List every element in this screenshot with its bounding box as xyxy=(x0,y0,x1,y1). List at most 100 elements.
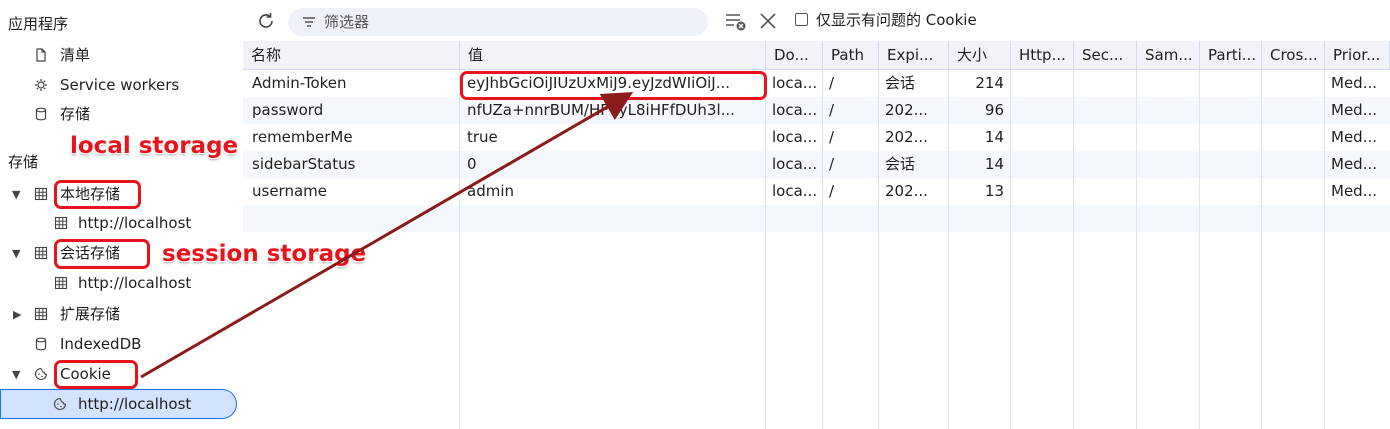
sidebar-item-cookies-origin[interactable]: http://localhost xyxy=(0,389,237,419)
row-stripe xyxy=(243,205,1390,232)
filter-icon xyxy=(303,17,315,27)
column-header-path[interactable]: Path xyxy=(823,41,879,70)
cookie-size-cell: 96 xyxy=(984,101,1004,119)
filter-placeholder: 筛选器 xyxy=(324,13,370,31)
clear-all-cookies-icon[interactable] xyxy=(725,12,747,32)
column-header-name[interactable]: 名称 xyxy=(243,41,460,70)
sidebar-item-label: 清单 xyxy=(60,46,91,64)
highlight-session-storage xyxy=(54,239,150,269)
expand-triangle-icon[interactable]: ▼ xyxy=(12,239,20,268)
grid-icon xyxy=(34,307,48,321)
database-icon xyxy=(35,107,47,121)
cookie-value-cell: admin xyxy=(467,182,514,200)
cookie-path-cell: / xyxy=(829,155,835,173)
service-worker-icon xyxy=(35,79,47,91)
column-header-httponly[interactable]: Http... xyxy=(1011,41,1074,70)
database-icon xyxy=(35,337,47,351)
grid-icon xyxy=(54,216,68,230)
cookie-name-cell: rememberMe xyxy=(252,128,353,146)
cookie-priority-cell: Med... xyxy=(1331,182,1377,200)
cookie-path-cell: / xyxy=(829,74,835,92)
cookie-size-cell: 214 xyxy=(975,74,1004,92)
table-row[interactable]: sidebarStatus 0 loca... / 会话 14 Med... xyxy=(243,151,1390,178)
cookie-table: 名称 值 Do... Path Expi... 大小 Http... Sec..… xyxy=(243,41,1390,429)
table-row[interactable]: password nfUZa+nnrBUM/HFVyL8iHFfDUh3l...… xyxy=(243,97,1390,124)
sidebar-item-label: Service workers xyxy=(60,76,180,94)
local-storage-annotation: local storage xyxy=(70,133,239,159)
cookie-icon xyxy=(34,367,48,380)
table-row[interactable]: username admin loca... / 202... 13 Med..… xyxy=(243,178,1390,205)
highlight-local-storage xyxy=(54,180,141,209)
delete-selected-icon[interactable] xyxy=(759,12,777,30)
cookie-value-cell: nfUZa+nnrBUM/HFVyL8iHFfDUh3l... xyxy=(467,101,735,119)
toolbar: 筛选器 仅显示有问题的 Cookie xyxy=(243,0,1390,41)
table-row[interactable]: rememberMe true loca... / 202... 14 Med.… xyxy=(243,124,1390,151)
column-header-partition[interactable]: Parti... xyxy=(1200,41,1262,70)
grid-icon xyxy=(54,276,68,290)
cookie-name-cell: sidebarStatus xyxy=(252,155,356,173)
sidebar-item-label: 存储 xyxy=(60,105,91,123)
cookie-size-cell: 14 xyxy=(984,128,1004,146)
highlight-admin-token-value xyxy=(460,71,767,100)
cookie-priority-cell: Med... xyxy=(1331,128,1377,146)
column-header-cross-site[interactable]: Cros... xyxy=(1262,41,1325,70)
sidebar-item-session-storage-origin[interactable]: http://localhost xyxy=(0,269,240,298)
sidebar-item-label: 扩展存储 xyxy=(60,305,121,323)
sidebar-item-label: http://localhost xyxy=(78,214,192,232)
column-header-value[interactable]: 值 xyxy=(460,41,766,70)
expand-triangle-icon[interactable]: ▼ xyxy=(12,180,20,209)
column-header-secure[interactable]: Sec... xyxy=(1074,41,1137,70)
cookie-expires-cell: 202... xyxy=(885,101,928,119)
cookie-panel: 筛选器 仅显示有问题的 Cookie 名称 值 Do... Path Expi.… xyxy=(243,0,1390,429)
cookie-name-cell: username xyxy=(252,182,327,200)
storage-section-heading: 存储 xyxy=(8,153,39,171)
cookie-priority-cell: Med... xyxy=(1331,155,1377,173)
sidebar-item-manifest[interactable]: 清单 xyxy=(0,41,240,70)
cookie-icon xyxy=(53,397,67,410)
collapse-triangle-icon[interactable]: ▶ xyxy=(13,300,21,329)
application-section-heading: 应用程序 xyxy=(8,15,69,33)
refresh-icon[interactable] xyxy=(255,10,277,32)
cookie-expires-cell: 会话 xyxy=(885,155,916,173)
sidebar-item-storage[interactable]: 存储 xyxy=(0,100,240,129)
sidebar-item-local-storage-origin[interactable]: http://localhost xyxy=(0,209,240,238)
cookie-name-cell: Admin-Token xyxy=(252,74,347,92)
cookie-domain-cell: loca... xyxy=(772,128,818,146)
cookie-expires-cell: 202... xyxy=(885,128,928,146)
cookie-path-cell: / xyxy=(829,128,835,146)
sidebar-item-label: http://localhost xyxy=(78,274,192,292)
cookie-value-cell: 0 xyxy=(467,155,477,173)
expand-triangle-icon[interactable]: ▼ xyxy=(12,360,20,389)
cookie-path-cell: / xyxy=(829,101,835,119)
cookie-size-cell: 14 xyxy=(984,155,1004,173)
column-header-samesite[interactable]: Sam... xyxy=(1137,41,1200,70)
sidebar-item-extension-storage[interactable]: ▶ 扩展存储 xyxy=(0,300,240,329)
sidebar-item-service-workers[interactable]: Service workers xyxy=(0,71,240,100)
cookie-size-cell: 13 xyxy=(984,182,1004,200)
column-header-domain[interactable]: Do... xyxy=(766,41,823,70)
grid-icon xyxy=(34,187,48,201)
column-header-priority[interactable]: Prior... xyxy=(1325,41,1390,70)
cookie-domain-cell: loca... xyxy=(772,74,818,92)
table-row[interactable]: Admin-Token eyJhbGciOiJIUzUxMiJ9.eyJzdWI… xyxy=(243,70,1390,97)
session-storage-annotation: session storage xyxy=(162,241,367,267)
cookie-expires-cell: 202... xyxy=(885,182,928,200)
column-header-expires[interactable]: Expi... xyxy=(879,41,949,70)
filter-input[interactable]: 筛选器 xyxy=(288,8,708,36)
column-header-size[interactable]: 大小 xyxy=(949,41,1011,70)
cookie-value-cell: true xyxy=(467,128,498,146)
only-issues-label: 仅显示有问题的 Cookie xyxy=(816,11,977,29)
only-issues-checkbox[interactable] xyxy=(795,13,808,26)
cookie-name-cell: password xyxy=(252,101,324,119)
document-icon xyxy=(36,48,46,62)
sidebar-item-indexeddb[interactable]: IndexedDB xyxy=(0,330,240,359)
highlight-cookie xyxy=(54,360,138,389)
cookie-path-cell: / xyxy=(829,182,835,200)
sidebar-item-label: http://localhost xyxy=(78,395,192,413)
cookie-priority-cell: Med... xyxy=(1331,101,1377,119)
grid-icon xyxy=(34,246,48,260)
cookie-expires-cell: 会话 xyxy=(885,74,916,92)
cookie-priority-cell: Med... xyxy=(1331,74,1377,92)
cookie-domain-cell: loca... xyxy=(772,155,818,173)
cookie-domain-cell: loca... xyxy=(772,101,818,119)
